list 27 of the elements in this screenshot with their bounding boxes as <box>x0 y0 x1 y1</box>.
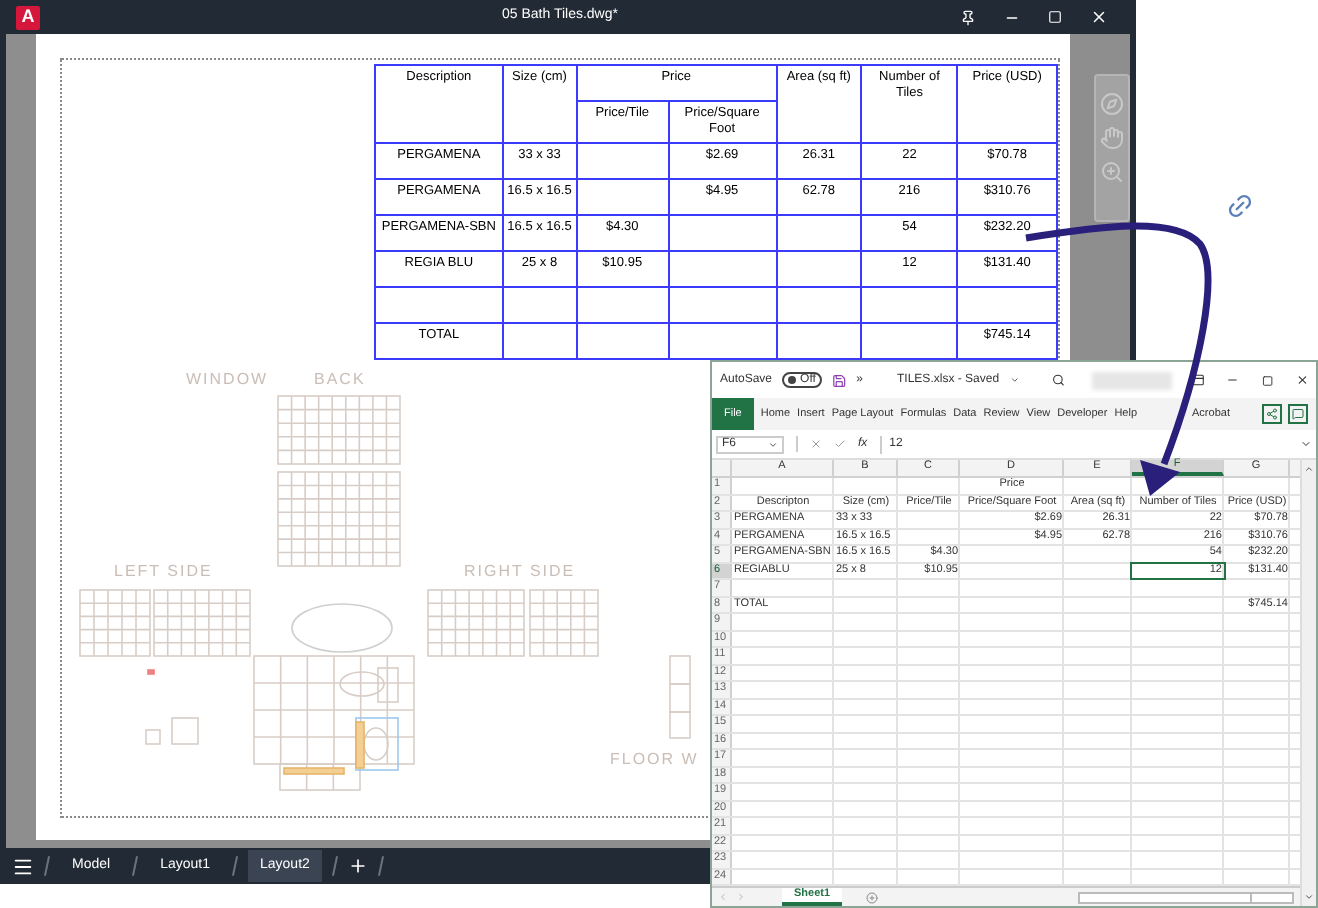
drawing-label: LEFT SIDE <box>114 562 213 580</box>
add-sheet-icon[interactable] <box>866 891 879 903</box>
scroll-up-icon[interactable] <box>1304 464 1314 474</box>
share-button[interactable] <box>1261 404 1281 424</box>
cancel-icon[interactable] <box>810 438 822 450</box>
caret-icon[interactable] <box>1009 374 1019 386</box>
comments-button[interactable] <box>1288 404 1308 424</box>
search-icon[interactable] <box>1052 372 1066 388</box>
drawing-label: BACK <box>314 370 366 388</box>
ribbon-display-icon[interactable] <box>1192 372 1205 388</box>
maximize-icon[interactable] <box>1261 373 1274 387</box>
enter-icon[interactable] <box>834 438 846 450</box>
save-icon[interactable] <box>831 371 847 389</box>
blurred-area <box>1091 371 1173 389</box>
horizontal-scrollbar[interactable] <box>1078 891 1294 903</box>
expand-icon[interactable] <box>1300 438 1312 450</box>
app-logo: A <box>16 5 40 29</box>
pin-icon[interactable] <box>960 9 976 25</box>
close-icon[interactable] <box>1090 8 1108 26</box>
vertical-scrollbar[interactable] <box>1300 460 1316 906</box>
scroll-down-icon[interactable] <box>1304 892 1314 902</box>
add-layout-icon[interactable] <box>347 856 368 876</box>
menu-icon[interactable] <box>12 855 34 877</box>
drawing-label: WINDOW <box>186 370 269 388</box>
drawing-label: FLOOR W <box>610 750 699 768</box>
close-icon[interactable] <box>1295 372 1308 388</box>
drawing-label: RIGHT SIDE <box>464 562 576 580</box>
